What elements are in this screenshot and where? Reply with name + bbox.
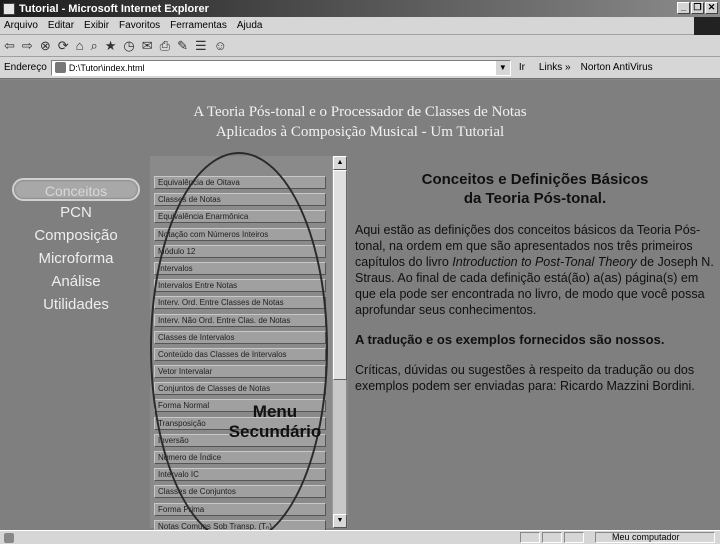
scroll-up-icon[interactable]: ▲: [333, 156, 347, 170]
secondary-menu-item[interactable]: Módulo 12: [154, 244, 326, 258]
back-icon[interactable]: ⇦: [4, 38, 15, 54]
title-bar: Tutorial - Microsoft Internet Explorer _…: [0, 0, 720, 17]
scroll-down-icon[interactable]: ▼: [333, 514, 347, 528]
contact-paragraph: Críticas, dúvidas ou sugestões à respeit…: [355, 363, 695, 393]
zone-indicator: Meu computador: [595, 532, 715, 543]
address-value: D:\Tutor\index.html: [68, 62, 145, 73]
status-panes: [520, 532, 584, 543]
toolbar: ⇦ ⇨ ⊗ ⟳ ⌂ ⌕ ★ ◷ ✉ ⎙ ✎ ☰ ☺: [0, 35, 720, 57]
scrollbar-thumb[interactable]: [333, 170, 347, 380]
content-heading: Conceitos e Definições Básicos da Teoria…: [355, 170, 715, 208]
main-menu-analise[interactable]: Análise: [12, 270, 140, 293]
page-status-icon: [4, 532, 14, 543]
menu-ajuda[interactable]: Ajuda: [237, 20, 263, 31]
secondary-menu-item[interactable]: Conjuntos de Classes de Notas: [154, 382, 326, 396]
secondary-menu-item[interactable]: Classes de Conjuntos: [154, 485, 326, 499]
content-heading-line2: da Teoria Pós-tonal.: [463, 190, 607, 207]
intro-paragraph: Aqui estão as definições dos conceitos b…: [355, 222, 715, 318]
main-menu-microforma[interactable]: Microforma: [12, 247, 140, 270]
address-bar: Endereço D:\Tutor\index.html ▼ Ir Links …: [0, 57, 720, 79]
windows-logo-icon: [694, 17, 720, 35]
print-icon[interactable]: ⎙: [160, 38, 170, 54]
messenger-icon[interactable]: ☺: [214, 38, 227, 53]
status-pane: [520, 532, 540, 543]
window-title: Tutorial - Microsoft Internet Explorer: [19, 2, 209, 15]
main-menu-conceitos[interactable]: Conceitos: [12, 178, 140, 201]
history-icon[interactable]: ◷: [123, 38, 134, 54]
secondary-menu-item[interactable]: Conteúdo das Classes de Intervalos: [154, 347, 326, 361]
annotation-line2: Secundário: [228, 422, 322, 441]
secondary-menu-frame: Equivalência de Oitava Classes de Notas …: [150, 156, 348, 533]
refresh-icon[interactable]: ⟳: [58, 38, 69, 54]
home-icon[interactable]: ⌂: [76, 38, 84, 53]
main-menu: Conceitos PCN Composição Microforma Anál…: [12, 178, 140, 316]
maximize-button[interactable]: ❐: [691, 2, 704, 14]
annotation-label: Menu Secundário: [220, 402, 330, 442]
secondary-menu-item[interactable]: Equivalência de Oitava: [154, 176, 326, 189]
page-title-line2: Aplicados à Composição Musical - Um Tuto…: [215, 124, 505, 140]
page-title: A Teoria Pós-tonal e o Processador de Cl…: [0, 102, 720, 142]
stop-icon[interactable]: ⊗: [40, 38, 51, 54]
secondary-menu-scrollbar[interactable]: ▲ ▼: [332, 156, 347, 528]
minimize-button[interactable]: _: [677, 2, 690, 14]
links-button[interactable]: Links »: [539, 62, 571, 73]
secondary-menu-item[interactable]: Equivalência Enarmônica: [154, 210, 326, 224]
mail-icon[interactable]: ✉: [142, 38, 153, 54]
secondary-menu-item[interactable]: Classes de Intervalos: [154, 330, 326, 344]
menu-arquivo[interactable]: Arquivo: [4, 20, 38, 31]
secondary-menu-item[interactable]: Interv. Ord. Entre Classes de Notas: [154, 296, 326, 310]
secondary-menu-item[interactable]: Interv. Não Ord. Entre Clas. de Notas: [154, 313, 326, 327]
ie-app-icon: [3, 2, 15, 15]
page-title-line1: A Teoria Pós-tonal e o Processador de Cl…: [193, 104, 527, 120]
menu-editar[interactable]: Editar: [48, 20, 74, 31]
secondary-menu-item[interactable]: Notação com Números Inteiros: [154, 227, 326, 241]
translation-note: A tradução e os exemplos fornecidos são …: [355, 332, 665, 347]
page-content: A Teoria Pós-tonal e o Processador de Cl…: [0, 80, 720, 544]
status-bar: Meu computador: [0, 530, 720, 544]
page-icon: [54, 62, 66, 73]
content-heading-line1: Conceitos e Definições Básicos: [421, 171, 649, 188]
status-pane: [564, 532, 584, 543]
menu-ferramentas[interactable]: Ferramentas: [170, 20, 227, 31]
secondary-menu-item[interactable]: Intervalos: [154, 261, 326, 275]
secondary-menu-item[interactable]: Número de Índice: [154, 451, 326, 464]
menu-bar: Arquivo Editar Exibir Favoritos Ferramen…: [0, 17, 720, 35]
address-label: Endereço: [4, 62, 47, 73]
search-icon[interactable]: ⌕: [90, 38, 97, 54]
secondary-menu-item[interactable]: Vetor Intervalar: [154, 365, 326, 379]
menu-favoritos[interactable]: Favoritos: [119, 20, 160, 31]
address-dropdown-icon[interactable]: ▼: [495, 60, 510, 75]
norton-antivirus-button[interactable]: Norton AntiVirus: [581, 62, 653, 73]
favorites-icon[interactable]: ★: [105, 38, 117, 54]
status-pane: [542, 532, 562, 543]
menu-exibir[interactable]: Exibir: [84, 20, 109, 31]
address-input[interactable]: D:\Tutor\index.html ▼: [50, 59, 511, 76]
go-button[interactable]: Ir: [519, 62, 525, 73]
close-button[interactable]: ✕: [705, 2, 718, 14]
secondary-menu-item[interactable]: Intervalos Entre Notas: [154, 279, 326, 293]
forward-icon[interactable]: ⇨: [22, 38, 33, 54]
secondary-menu: Equivalência de Oitava Classes de Notas …: [154, 176, 326, 537]
main-menu-utilidades[interactable]: Utilidades: [12, 293, 140, 316]
main-content: Conceitos e Definições Básicos da Teoria…: [355, 170, 715, 408]
book-title: Introduction to Post-Tonal Theory: [452, 255, 637, 269]
secondary-menu-item[interactable]: Intervalo IC: [154, 468, 326, 482]
main-menu-composicao[interactable]: Composição: [12, 224, 140, 247]
annotation-line1: Menu: [252, 402, 298, 421]
main-menu-pcn[interactable]: PCN: [12, 201, 140, 224]
window-controls: _ ❐ ✕: [677, 2, 718, 14]
secondary-menu-item[interactable]: Classes de Notas: [154, 193, 326, 207]
discuss-icon[interactable]: ☰: [195, 38, 207, 54]
secondary-menu-item[interactable]: Forma Prima: [154, 502, 326, 516]
edit-icon[interactable]: ✎: [177, 38, 188, 54]
